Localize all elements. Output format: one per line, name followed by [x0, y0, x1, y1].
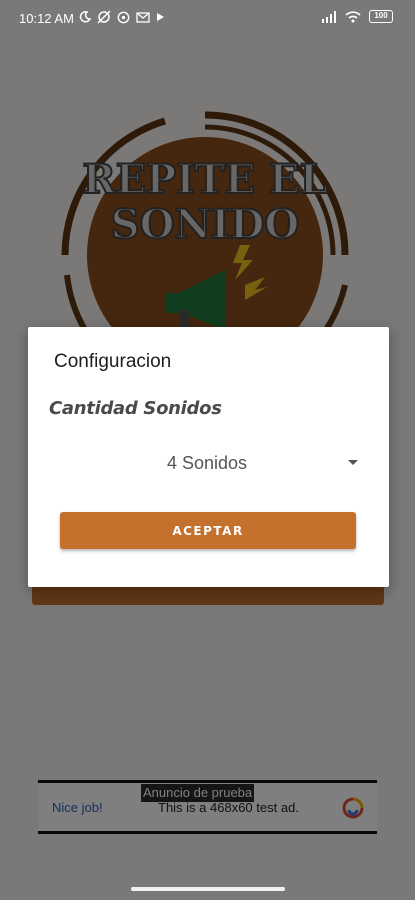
moon-icon — [79, 11, 91, 23]
status-bar: 10:12 AM 100 — [0, 0, 415, 36]
gesture-nav-handle[interactable] — [131, 887, 285, 891]
whatsapp-icon — [117, 11, 130, 23]
mail-icon — [136, 11, 150, 23]
play-icon — [157, 13, 164, 21]
dialog-title: Configuracion — [54, 351, 172, 372]
no-alarm-icon — [97, 10, 111, 24]
signal-icon — [322, 10, 336, 23]
accept-button[interactable]: ACEPTAR — [60, 512, 356, 549]
status-time: 10:12 AM — [19, 11, 74, 26]
wifi-icon — [345, 10, 361, 22]
sound-count-dropdown[interactable]: 4 Sonidos — [52, 444, 364, 482]
battery-icon: 100 — [369, 10, 393, 23]
sound-count-label: Cantidad Sonidos — [49, 398, 222, 419]
settings-dialog: Configuracion Cantidad Sonidos 4 Sonidos… — [28, 327, 389, 587]
notification-icons — [79, 10, 165, 24]
dropdown-arrow-icon — [348, 460, 358, 465]
dropdown-selected-value: 4 Sonidos — [166, 452, 248, 473]
system-icons: 100 — [321, 10, 393, 23]
